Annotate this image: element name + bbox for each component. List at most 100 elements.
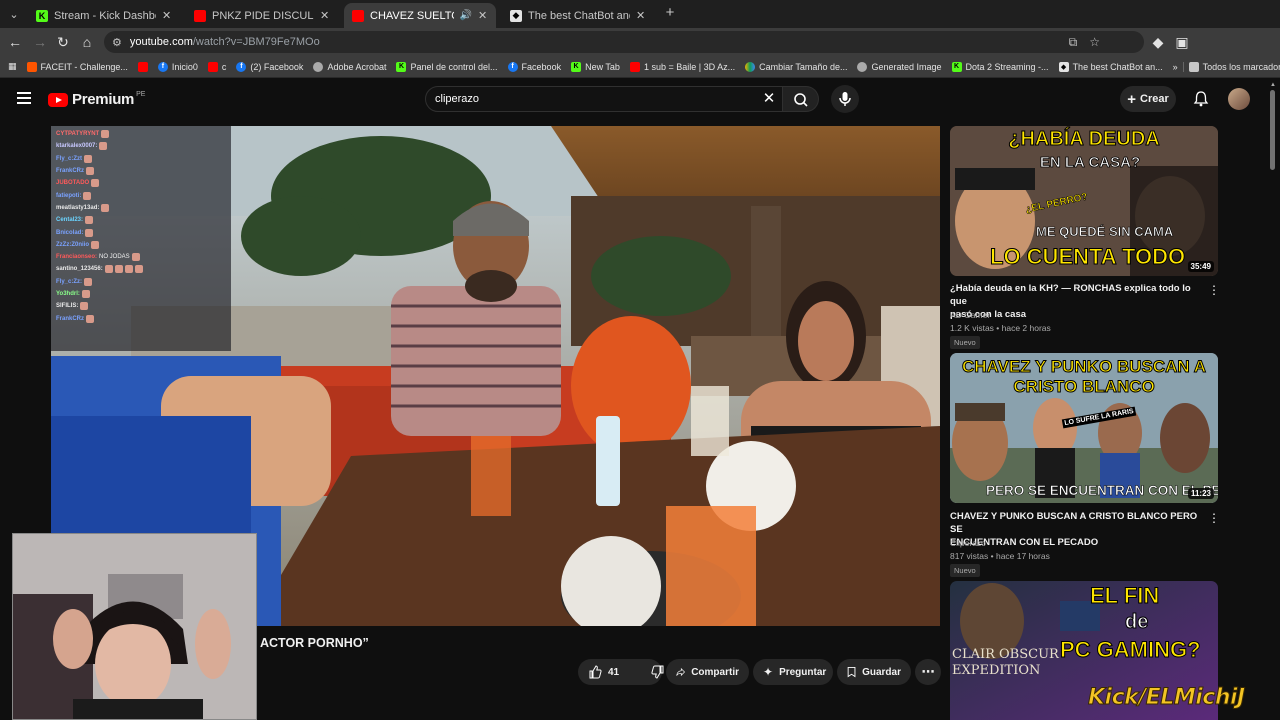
bookmarks-overflow-button[interactable]: »	[1168, 62, 1183, 72]
bookmark-label: Dota 2 Streaming -...	[965, 61, 1049, 72]
chat-emote-icon	[85, 216, 94, 225]
new-tab-button[interactable]: +	[662, 5, 678, 22]
tab-pnkz[interactable]: PNKZ PIDE DISCULPAS A SU FA ✕	[186, 3, 338, 28]
plus-icon: +	[1127, 90, 1136, 108]
site-info-icon[interactable]: ⚙	[112, 36, 122, 49]
search-button[interactable]	[783, 86, 819, 112]
close-icon[interactable]: ✕	[320, 9, 330, 22]
bookmark-item[interactable]: FACEIT - Challenge...	[22, 61, 133, 72]
bookmark-star-icon[interactable]: ☆	[1089, 35, 1100, 50]
address-bar[interactable]: ⚙ youtube.com/watch?v=JBM79Fe7MOo	[104, 31, 1144, 53]
youtube-logo[interactable]: Premium PE	[48, 91, 145, 108]
stream-alert-overlay	[1185, 0, 1280, 125]
title-line: ENCUENTRAN CON EL PECADO	[950, 537, 1099, 548]
bookmark-item[interactable]: f Inicio0	[153, 61, 203, 72]
kick-icon: K	[36, 9, 48, 22]
chat-emote-icon	[104, 265, 113, 274]
reload-icon[interactable]: ↻	[55, 34, 71, 50]
bookmark-label: Panel de control del...	[410, 61, 498, 72]
youtube-icon	[352, 9, 364, 22]
globe-icon	[313, 61, 324, 72]
tab-title: Stream - Kick Dashboard	[54, 9, 156, 22]
extension-icon[interactable]: ◆	[1150, 34, 1166, 50]
channel-name[interactable]: AD Gamer	[950, 309, 990, 322]
bookmark-item[interactable]: K Panel de control del...	[391, 61, 502, 72]
clear-search-icon[interactable]: ✕	[760, 88, 778, 110]
stream-chat-overlay: CYTPATYRYNT ktarkalex0007: Fly_c:Zzt FrankC…	[51, 126, 231, 351]
chat-emote-icon	[124, 265, 133, 274]
bookmark-item[interactable]: f Facebook	[503, 61, 567, 72]
bookmark-item[interactable]: f (2) Facebook	[231, 61, 308, 72]
chat-message: SIFILIS:	[56, 300, 226, 312]
thumb-line: ME QUEDÉ SIN CAMA	[1036, 224, 1174, 240]
chat-emote-icon	[86, 167, 95, 176]
video-title: ACTOR PORNHO”	[260, 636, 369, 650]
chat-username: CYTPATYRYNT	[56, 131, 100, 138]
save-button[interactable]: Guardar	[837, 659, 911, 685]
chat-username: Fly_c:Zz:	[56, 278, 83, 285]
chat-emote-icon	[80, 302, 89, 311]
create-button[interactable]: + Crear	[1120, 86, 1176, 112]
bookmark-item[interactable]: Adobe Acrobat	[308, 61, 391, 72]
bookmark-item[interactable]: ◆ The best ChatBot an...	[1054, 61, 1168, 72]
tab-search-chevron-icon[interactable]: ⌄	[4, 4, 24, 24]
close-icon[interactable]: ✕	[478, 9, 488, 22]
bookmark-label: Cambiar Tamaño de...	[759, 61, 848, 72]
chat-username: FrankCRz	[56, 168, 85, 175]
menu-icon[interactable]	[17, 92, 31, 104]
more-actions-button[interactable]: ⋯	[915, 659, 941, 685]
save-label: Guardar	[862, 666, 901, 678]
bookmark-item[interactable]	[133, 61, 153, 72]
thumb-subheadline: de	[1124, 611, 1149, 634]
speaker-icon[interactable]: 🔊	[460, 10, 472, 21]
bookmark-label: Generated Image	[871, 61, 942, 72]
bookmark-item[interactable]: K New Tab	[566, 61, 625, 72]
thumb-headline: ¿HABÍA DEUDA	[1008, 128, 1160, 151]
chat-message: meatlasty13ad:	[56, 202, 226, 214]
apps-grid-icon[interactable]: ▦	[0, 61, 22, 72]
chat-message: Franciaonseo: NO JODAS	[56, 251, 226, 263]
chat-emote-icon	[84, 154, 93, 163]
globe-icon	[857, 61, 868, 72]
bookmark-label: (2) Facebook	[250, 61, 304, 72]
chat-message: FrankCRz	[56, 312, 226, 324]
faceit-icon	[26, 61, 37, 72]
close-icon[interactable]: ✕	[636, 9, 646, 22]
home-icon[interactable]: ⌂	[79, 34, 95, 50]
tab-chavez-active[interactable]: CHAVEZ SUELTO EN PLAZA 🔊 ✕	[344, 3, 496, 28]
back-arrow-icon[interactable]: ←	[7, 34, 23, 50]
bookmark-label: Facebook	[521, 61, 562, 72]
thumbs-down-icon	[651, 665, 664, 679]
share-button[interactable]: Compartir	[666, 659, 749, 685]
bookmark-item[interactable]: c	[203, 61, 232, 72]
forward-arrow-icon[interactable]: →	[32, 34, 48, 50]
close-icon[interactable]: ✕	[162, 9, 172, 22]
thumb-bottom-line: LO CUENTA TODO	[989, 244, 1186, 270]
tab-botrix[interactable]: ◆ The best ChatBot and Widgets ✕	[502, 3, 654, 28]
more-vertical-icon[interactable]: ⋮	[1208, 511, 1220, 525]
bookmark-item[interactable]: 1 sub = Baile | 3D Az...	[625, 61, 740, 72]
ask-button[interactable]: ✦ Preguntar	[753, 659, 833, 685]
youtube-icon	[629, 61, 640, 72]
bookmark-item[interactable]: Cambiar Tamaño de...	[740, 61, 852, 72]
search-input[interactable]: cliperazo	[425, 86, 783, 112]
bookmark-item[interactable]: Generated Image	[852, 61, 946, 72]
chat-username: JUBOTADO	[56, 180, 90, 187]
chat-emote-icon	[114, 265, 123, 274]
bookmark-label: FACEIT - Challenge...	[40, 61, 128, 72]
more-vertical-icon[interactable]: ⋮	[1208, 283, 1220, 297]
recommendation-thumbnail[interactable]: CHAVEZ Y PUNKO BUSCAN A CRISTO BLANCO LO…	[950, 353, 1218, 503]
recommendation-title[interactable]: CHAVEZ Y PUNKO BUSCAN A CRISTO BLANCO PE…	[950, 510, 1205, 549]
thumb-subheadline: CRISTO BLANCO	[1013, 377, 1155, 397]
channel-name[interactable]: Cliperazo	[950, 537, 986, 550]
chat-username: ZzZz:Z0niio	[56, 241, 89, 248]
install-app-icon[interactable]: ⧉	[1069, 35, 1078, 50]
chat-message: ZzZz:Z0niio	[56, 239, 226, 251]
bookmark-label: 1 sub = Baile | 3D Az...	[643, 61, 736, 72]
voice-search-button[interactable]	[831, 85, 859, 113]
bookmark-item[interactable]: K Dota 2 Streaming -...	[947, 61, 1054, 72]
like-button[interactable]: 41	[578, 659, 629, 685]
recommendation-thumbnail[interactable]: ¿HABÍA DEUDA EN LA CASA? ¿EL PERRO? ME Q…	[950, 126, 1218, 276]
bookmark-label: c	[221, 61, 227, 72]
tab-kick-dashboard[interactable]: K Stream - Kick Dashboard ✕	[28, 3, 180, 28]
